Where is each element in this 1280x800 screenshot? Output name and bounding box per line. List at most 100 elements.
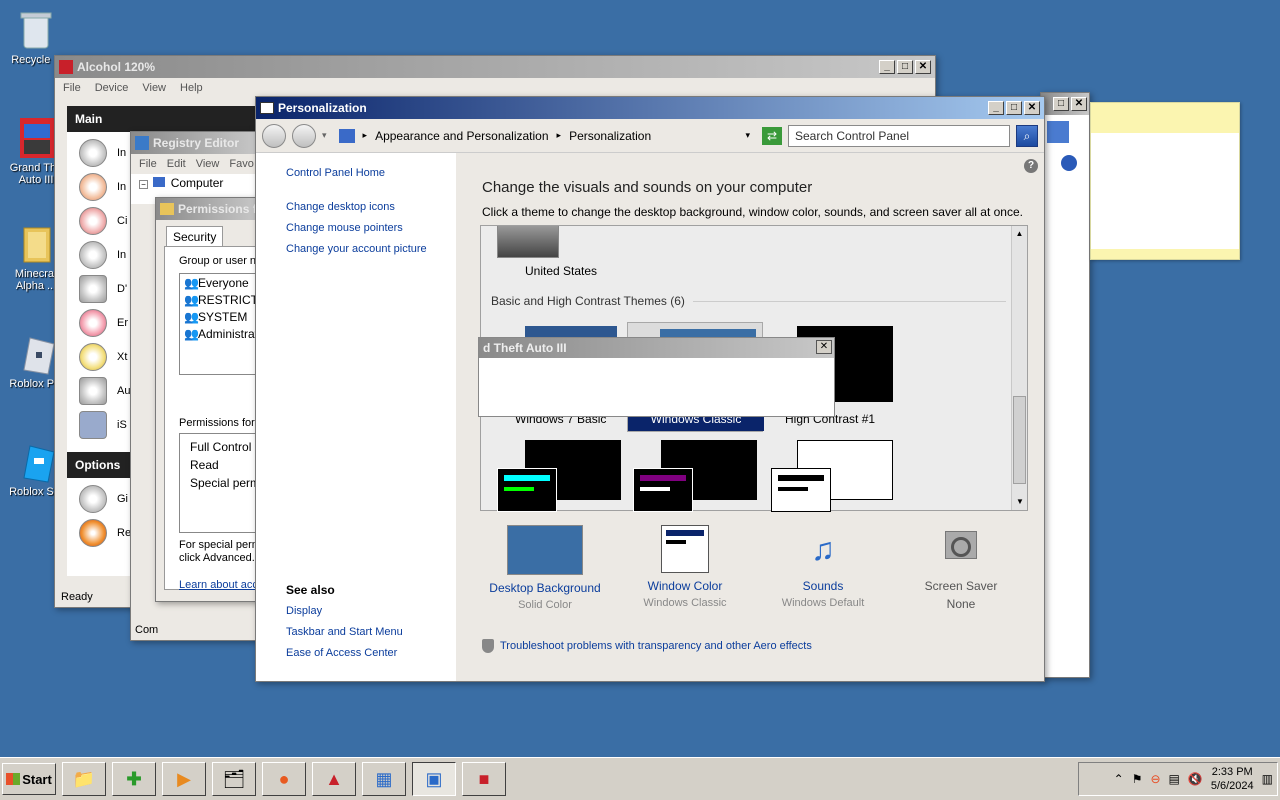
permissions-dialog[interactable]: Permissions f Security Group or user na …: [155, 197, 260, 602]
close-button[interactable]: ✕: [1024, 101, 1040, 115]
roblox-studio-icon: [16, 440, 56, 484]
breadcrumb-appearance[interactable]: Appearance and Personalization: [375, 129, 548, 143]
tab-security[interactable]: Security: [166, 226, 224, 247]
troubleshoot-link[interactable]: Troubleshoot problems with transparency …: [500, 640, 812, 652]
item-subtitle: Windows Classic: [643, 597, 727, 609]
show-desktop-icon[interactable]: ▥: [1262, 772, 1273, 786]
main-panel-header[interactable]: Main: [67, 106, 257, 132]
taskbar-media[interactable]: ▶: [162, 762, 206, 796]
maximize-button[interactable]: □: [897, 60, 913, 74]
menu-view[interactable]: View: [196, 158, 220, 170]
link-taskbar[interactable]: Taskbar and Start Menu: [286, 626, 456, 638]
taskbar-alcohol[interactable]: ▲: [312, 762, 356, 796]
menu-file[interactable]: File: [139, 158, 157, 170]
start-button[interactable]: Start: [2, 763, 56, 795]
theme-high-contrast-2[interactable]: [497, 440, 625, 516]
taskbar-folders[interactable]: 🗂: [212, 762, 256, 796]
stop-icon[interactable]: ⊖: [1150, 772, 1160, 786]
close-button[interactable]: ✕: [816, 340, 832, 354]
disc-icon: [79, 139, 107, 167]
troubleshoot-row[interactable]: Troubleshoot problems with transparency …: [482, 639, 812, 653]
maximize-button[interactable]: □: [1006, 101, 1022, 115]
theme-high-contrast-white[interactable]: [771, 440, 899, 516]
forward-button[interactable]: [292, 123, 316, 148]
user-item[interactable]: 👥Everyone: [184, 276, 259, 293]
theme-scrollbar[interactable]: ▲ ▼: [1011, 226, 1027, 510]
flag-icon[interactable]: ⚑: [1132, 772, 1143, 786]
clock[interactable]: 2:33 PM 5/6/2024: [1211, 765, 1254, 793]
chevron-right-icon: ▸: [362, 130, 368, 140]
learn-link[interactable]: Learn about acc: [179, 579, 258, 591]
search-input[interactable]: Search Control Panel: [788, 124, 1010, 147]
sounds-item[interactable]: ♫ Sounds Windows Default: [758, 525, 888, 609]
network-icon[interactable]: ▤: [1169, 772, 1180, 786]
control-panel-icon: [338, 128, 355, 143]
folder-icon: [160, 203, 174, 215]
ghost-gta-window[interactable]: d Theft Auto III ✕: [478, 337, 835, 417]
wand-icon: [79, 343, 107, 371]
alcohol-icon: ▲: [325, 768, 343, 789]
scroll-up-arrow[interactable]: ▲: [1012, 226, 1027, 242]
theme-high-contrast-black[interactable]: [633, 440, 761, 516]
sticky-note[interactable]: [1090, 102, 1240, 260]
scroll-down-arrow[interactable]: ▼: [1012, 494, 1028, 510]
taskbar-registry[interactable]: ▦: [362, 762, 406, 796]
computer-icon: [153, 177, 166, 187]
help-icon[interactable]: [1061, 155, 1077, 171]
user-item[interactable]: 👥RESTRICT: [184, 293, 259, 310]
link-change-desktop-icons[interactable]: Change desktop icons: [286, 201, 456, 213]
alcohol-titlebar: Alcohol 120% _ □ ✕: [55, 56, 935, 78]
close-button[interactable]: ✕: [915, 60, 931, 74]
taskbar-add[interactable]: ✚: [112, 762, 156, 796]
menu-file[interactable]: File: [63, 82, 81, 94]
minimize-button[interactable]: _: [988, 101, 1004, 115]
breadcrumb-personalization[interactable]: Personalization: [569, 129, 651, 143]
music-notes-icon: ♫: [811, 531, 835, 567]
taskbar-firefox[interactable]: ●: [262, 762, 306, 796]
link-change-mouse-pointers[interactable]: Change mouse pointers: [286, 222, 456, 234]
eraser-icon: [79, 309, 107, 337]
minimize-button[interactable]: _: [879, 60, 895, 74]
link-display[interactable]: Display: [286, 605, 456, 617]
nav-dropdown-icon[interactable]: ▾: [322, 130, 327, 141]
theme-united-states[interactable]: United States: [497, 226, 607, 284]
volume-muted-icon[interactable]: 🔇: [1188, 772, 1203, 786]
search-icon[interactable]: ⌕: [1016, 124, 1038, 147]
security-panel: Group or user na 👥Everyone 👥RESTRICT 👥SY…: [164, 246, 259, 591]
tree-expand-icon[interactable]: −: [139, 180, 148, 189]
help-icon[interactable]: ?: [1024, 159, 1038, 173]
link-ease-of-access[interactable]: Ease of Access Center: [286, 647, 456, 659]
search-icon[interactable]: [1047, 121, 1069, 143]
gear-icon: [79, 485, 107, 513]
users-list[interactable]: 👥Everyone 👥RESTRICT 👥SYSTEM 👥Administrat: [179, 273, 259, 375]
background-window[interactable]: □ ✕: [1040, 92, 1090, 678]
breadcrumb[interactable]: ▸ Appearance and Personalization ▸ Perso…: [332, 123, 756, 148]
user-item[interactable]: 👥Administrat: [184, 327, 259, 344]
desktop-background-item[interactable]: Desktop Background Solid Color: [480, 525, 610, 611]
maximize-button[interactable]: □: [1053, 97, 1069, 111]
back-button[interactable]: [262, 123, 286, 148]
link-control-panel-home[interactable]: Control Panel Home: [286, 167, 456, 179]
item-title: Sounds: [802, 579, 844, 593]
screen-saver-item[interactable]: Screen Saver None: [896, 525, 1026, 611]
user-item[interactable]: 👥SYSTEM: [184, 310, 259, 327]
menu-help[interactable]: Help: [180, 82, 203, 94]
taskbar-gta3[interactable]: ■: [462, 762, 506, 796]
window-color-item[interactable]: Window Color Windows Classic: [620, 525, 750, 609]
permissions-list[interactable]: Full Control Read Special permi: [179, 433, 259, 533]
tray-expand-icon[interactable]: ⌃: [1114, 772, 1124, 786]
tree-root[interactable]: Computer: [171, 176, 224, 190]
link-change-account-picture[interactable]: Change your account picture: [286, 243, 456, 255]
window-title: Registry Editor: [153, 136, 240, 150]
taskbar-explorer[interactable]: 📁: [62, 762, 106, 796]
refresh-icon[interactable]: ⇄: [762, 126, 782, 145]
taskbar-personalization[interactable]: ▣: [412, 762, 456, 796]
chevron-down-icon[interactable]: ▾: [745, 130, 750, 141]
close-button[interactable]: ✕: [1071, 97, 1087, 111]
menu-favorites[interactable]: Favo: [229, 158, 253, 170]
menu-edit[interactable]: Edit: [167, 158, 186, 170]
scroll-thumb[interactable]: [1013, 396, 1026, 484]
disc-copy-icon: [79, 207, 107, 235]
menu-view[interactable]: View: [142, 82, 166, 94]
menu-device[interactable]: Device: [95, 82, 129, 94]
